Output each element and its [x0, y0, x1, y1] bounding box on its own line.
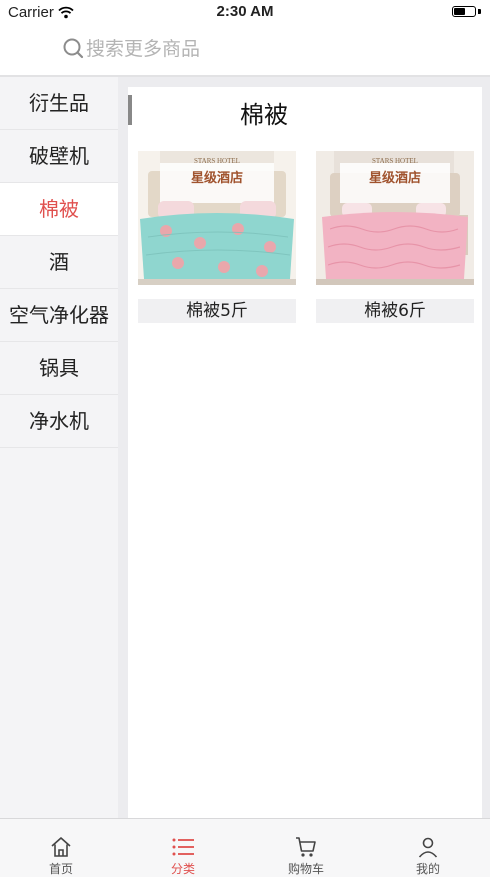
category-label: 衍生品: [29, 91, 89, 115]
tab-label: 我的: [415, 862, 440, 876]
category-label: 棉被: [39, 197, 79, 221]
tab-profile[interactable]: 我的: [367, 819, 489, 877]
category-label: 空气净化器: [9, 303, 109, 327]
home-icon: [49, 835, 73, 859]
section-title: 棉被: [240, 101, 288, 129]
tab-home[interactable]: 首页: [0, 819, 122, 877]
tab-label: 购物车: [287, 862, 324, 876]
cart-icon: [294, 835, 318, 859]
category-label: 破壁机: [29, 144, 89, 168]
battery-tip: [478, 9, 481, 14]
category-label: 锅具: [39, 356, 79, 380]
product-image: STARS HOTEL 星级酒店: [138, 151, 296, 285]
category-item-jiu[interactable]: 酒: [0, 236, 118, 289]
category-sidebar: 衍生品 破壁机 棉被 酒 空气净化器 锅具 净水机: [0, 77, 118, 818]
category-label: 酒: [49, 250, 69, 274]
search-bar: [0, 24, 490, 76]
list-icon: [171, 835, 195, 859]
product-image-title: 星级酒店: [190, 171, 243, 186]
category-item-guoju[interactable]: 锅具: [0, 342, 118, 395]
status-bar: Carrier 2:30 AM: [0, 0, 490, 24]
category-item-pobiji[interactable]: 破壁机: [0, 130, 118, 183]
section-indicator: [128, 95, 132, 125]
product-image-banner: STARS HOTEL: [372, 157, 418, 165]
category-label: 净水机: [29, 409, 89, 433]
product-image-title: 星级酒店: [368, 171, 421, 186]
tab-label: 首页: [48, 862, 73, 876]
tab-category[interactable]: 分类: [122, 819, 244, 877]
category-item-yanshengpin[interactable]: 衍生品: [0, 77, 118, 130]
product-image: STARS HOTEL 星级酒店: [316, 151, 474, 285]
clock: 2:30 AM: [216, 3, 274, 20]
bottom-tab-bar: 首页 分类 购物车 我的: [0, 818, 490, 877]
search-icon[interactable]: [62, 37, 84, 59]
category-content-panel: 棉被 STARS HOTEL 星级酒店 棉被5斤 STARS HOTEL 星级酒…: [128, 87, 482, 818]
product-name: 棉被5斤: [138, 299, 296, 323]
category-item-mianbei[interactable]: 棉被: [0, 183, 118, 236]
product-name: 棉被6斤: [316, 299, 474, 323]
category-item-air-purifier[interactable]: 空气净化器: [0, 289, 118, 342]
product-image-banner: STARS HOTEL: [194, 157, 240, 165]
tab-label: 分类: [170, 862, 195, 876]
category-item-water-purifier[interactable]: 净水机: [0, 395, 118, 448]
battery-icon: [452, 6, 476, 17]
search-input[interactable]: [86, 36, 446, 62]
tab-cart[interactable]: 购物车: [245, 819, 367, 877]
user-icon: [416, 835, 440, 859]
